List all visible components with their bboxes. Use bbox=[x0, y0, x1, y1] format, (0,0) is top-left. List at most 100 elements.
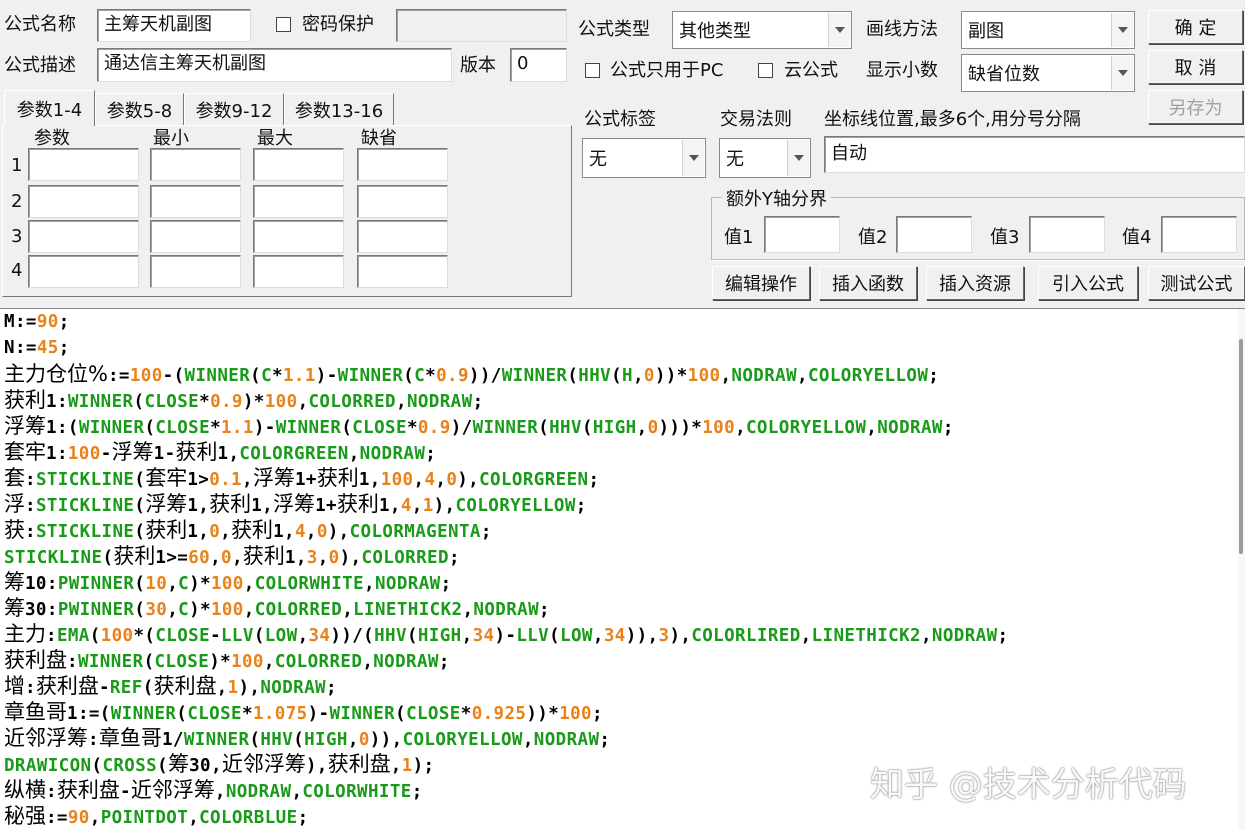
param-header-name: 参数 bbox=[34, 128, 70, 149]
param-header-min: 最小 bbox=[153, 128, 189, 149]
formula-tag-value: 无 bbox=[589, 149, 607, 170]
code-line[interactable]: 获利1:WINNER(CLOSE*0.9)*100,COLORRED,NODRA… bbox=[4, 387, 484, 415]
cloud-formula-checkbox[interactable] bbox=[758, 63, 773, 78]
code-line[interactable]: 获:STICKLINE(获利1,0,获利1,4,0),COLORMAGENTA; bbox=[4, 517, 492, 545]
code-line[interactable]: 近邻浮筹:章鱼哥1/WINNER(HHV(HIGH,0)),COLORYELLO… bbox=[4, 725, 610, 753]
yaxis-value2-label: 值2 bbox=[858, 227, 888, 248]
code-line[interactable]: 获利盘:WINNER(CLOSE)*100,COLORRED,NODRAW; bbox=[4, 647, 450, 675]
param-1-max[interactable] bbox=[253, 148, 344, 181]
formula-type-select[interactable]: 其他类型 bbox=[672, 11, 852, 49]
formula-desc-label: 公式描述 bbox=[4, 55, 76, 76]
insert-resource-button[interactable]: 插入资源 bbox=[926, 266, 1024, 300]
param-2-name[interactable] bbox=[28, 185, 139, 218]
chevron-down-icon[interactable] bbox=[1111, 56, 1133, 90]
yaxis-value1-input[interactable] bbox=[764, 216, 840, 253]
yaxis-value3-input[interactable] bbox=[1029, 216, 1105, 253]
code-line[interactable]: 秘强:=90,POINTDOT,COLORBLUE; bbox=[4, 803, 309, 830]
formula-tag-label: 公式标签 bbox=[584, 109, 656, 130]
param-row-number: 3 bbox=[11, 226, 23, 247]
param-row-number: 2 bbox=[11, 191, 23, 212]
code-line[interactable]: 浮:STICKLINE(浮筹1,获利1,浮筹1+获利1,4,1),COLORYE… bbox=[4, 491, 587, 519]
code-line[interactable]: STICKLINE(获利1>=60,0,获利1,3,0),COLORRED; bbox=[4, 543, 460, 571]
decimals-select[interactable]: 缺省位数 bbox=[961, 54, 1135, 92]
param-1-default[interactable] bbox=[357, 148, 448, 181]
chevron-down-icon[interactable] bbox=[1111, 13, 1133, 47]
chevron-down-icon[interactable] bbox=[828, 13, 850, 47]
formula-type-value: 其他类型 bbox=[679, 21, 751, 42]
yaxis-value4-label: 值4 bbox=[1122, 227, 1152, 248]
extra-yaxis-title: 额外Y轴分界 bbox=[722, 185, 831, 211]
formula-type-label: 公式类型 bbox=[578, 19, 650, 40]
param-3-name[interactable] bbox=[28, 220, 139, 253]
formula-name-label: 公式名称 bbox=[4, 14, 76, 35]
code-line[interactable]: 主力仓位%:=100-(WINNER(C*1.1)-WINNER(C*0.9))… bbox=[4, 361, 939, 389]
param-2-default[interactable] bbox=[357, 185, 448, 218]
ok-button[interactable]: 确 定 bbox=[1148, 10, 1243, 44]
code-line[interactable]: N:=45; bbox=[4, 335, 70, 361]
param-2-max[interactable] bbox=[253, 185, 344, 218]
param-3-default[interactable] bbox=[357, 220, 448, 253]
edit-ops-button[interactable]: 编辑操作 bbox=[712, 266, 810, 300]
version-label: 版本 bbox=[460, 55, 496, 76]
trade-rule-select[interactable]: 无 bbox=[719, 138, 811, 178]
code-line[interactable]: DRAWICON(CROSS(筹30,近邻浮筹),获利盘,1); bbox=[4, 751, 435, 779]
formula-name-input[interactable]: 主筹天机副图 bbox=[97, 9, 251, 42]
yaxis-value4-input[interactable] bbox=[1161, 216, 1237, 253]
formula-tag-select[interactable]: 无 bbox=[582, 138, 706, 178]
yaxis-value2-input[interactable] bbox=[896, 216, 972, 253]
axis-position-label: 坐标线位置,最多6个,用分号分隔 bbox=[824, 109, 1081, 130]
draw-method-value: 副图 bbox=[968, 21, 1004, 42]
version-input[interactable]: 0 bbox=[510, 48, 567, 82]
yaxis-value1-label: 值1 bbox=[724, 227, 754, 248]
param-4-max[interactable] bbox=[253, 255, 344, 288]
param-3-max[interactable] bbox=[253, 220, 344, 253]
param-4-default[interactable] bbox=[357, 255, 448, 288]
code-line[interactable]: M:=90; bbox=[4, 309, 70, 335]
editor-scrollbar[interactable] bbox=[1238, 309, 1245, 830]
param-header-max: 最大 bbox=[257, 128, 293, 149]
code-line[interactable]: 主力:EMA(100*(CLOSE-LLV(LOW,34))/(HHV(HIGH… bbox=[4, 621, 1008, 649]
formula-desc-input[interactable]: 通达信主筹天机副图 bbox=[97, 48, 452, 82]
password-checkbox[interactable] bbox=[276, 17, 291, 32]
scrollbar-thumb[interactable] bbox=[1239, 339, 1243, 554]
trade-rule-value: 无 bbox=[726, 149, 744, 170]
param-4-name[interactable] bbox=[28, 255, 139, 288]
save-as-button[interactable]: 另存为 bbox=[1148, 90, 1243, 124]
insert-function-button[interactable]: 插入函数 bbox=[819, 266, 917, 300]
pc-only-checkbox[interactable] bbox=[585, 63, 600, 78]
axis-position-input[interactable]: 自动 bbox=[824, 136, 1245, 173]
password-input[interactable] bbox=[396, 9, 567, 42]
param-4-min[interactable] bbox=[150, 255, 241, 288]
param-1-name[interactable] bbox=[28, 148, 139, 181]
tab-params-13-16[interactable]: 参数13-16 bbox=[284, 93, 394, 125]
tab-params-9-12[interactable]: 参数9-12 bbox=[184, 93, 284, 125]
tab-params-1-4[interactable]: 参数1-4 bbox=[4, 90, 95, 126]
cloud-formula-label: 云公式 bbox=[784, 60, 838, 81]
param-1-min[interactable] bbox=[150, 148, 241, 181]
code-line[interactable]: 章鱼哥1:=(WINNER(CLOSE*1.075)-WINNER(CLOSE*… bbox=[4, 699, 603, 727]
param-row-number: 4 bbox=[11, 260, 23, 281]
chevron-down-icon[interactable] bbox=[787, 140, 809, 176]
code-line[interactable]: 筹10:PWINNER(10,C)*100,COLORWHITE,NODRAW; bbox=[4, 569, 452, 597]
decimals-value: 缺省位数 bbox=[968, 64, 1040, 85]
cancel-button[interactable]: 取 消 bbox=[1148, 50, 1243, 84]
param-2-min[interactable] bbox=[150, 185, 241, 218]
code-line[interactable]: 筹30:PWINNER(30,C)*100,COLORRED,LINETHICK… bbox=[4, 595, 550, 623]
code-editor[interactable]: M:=90; N:=45; 主力仓位%:=100-(WINNER(C*1.1)-WI… bbox=[0, 308, 1245, 830]
decimals-label: 显示小数 bbox=[866, 60, 938, 81]
draw-method-select[interactable]: 副图 bbox=[961, 11, 1135, 49]
draw-method-label: 画线方法 bbox=[866, 19, 938, 40]
code-line[interactable]: 套牢1:100-浮筹1-获利1,COLORGREEN,NODRAW; bbox=[4, 439, 436, 467]
code-line[interactable]: 纵横:获利盘-近邻浮筹,NODRAW,COLORWHITE; bbox=[4, 777, 423, 805]
trade-rule-label: 交易法则 bbox=[720, 109, 792, 130]
test-formula-button[interactable]: 测试公式 bbox=[1148, 266, 1245, 300]
yaxis-value3-label: 值3 bbox=[990, 227, 1020, 248]
code-line[interactable]: 增:获利盘-REF(获利盘,1),NODRAW; bbox=[4, 673, 337, 701]
tab-params-5-8[interactable]: 参数5-8 bbox=[95, 93, 184, 125]
import-formula-button[interactable]: 引入公式 bbox=[1038, 266, 1138, 300]
chevron-down-icon[interactable] bbox=[682, 140, 704, 176]
param-3-min[interactable] bbox=[150, 220, 241, 253]
code-line[interactable]: 浮筹1:(WINNER(CLOSE*1.1)-WINNER(CLOSE*0.9)… bbox=[4, 413, 954, 441]
code-line[interactable]: 套:STICKLINE(套牢1>0.1,浮筹1+获利1,100,4,0),COL… bbox=[4, 465, 599, 493]
param-row-number: 1 bbox=[11, 155, 23, 176]
